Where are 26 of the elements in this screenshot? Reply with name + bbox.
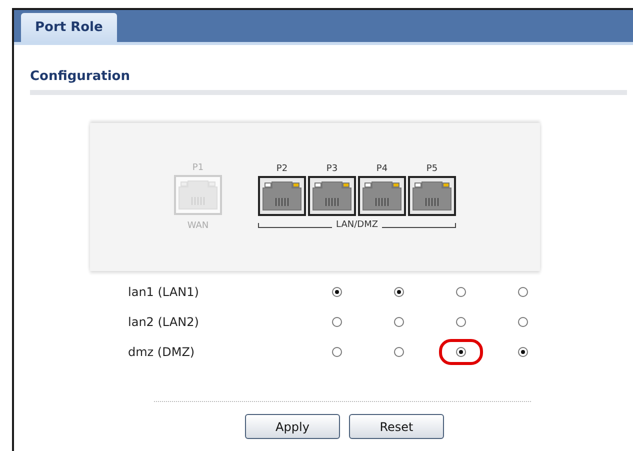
- group-label: WAN: [186, 221, 210, 231]
- port-label: P4: [376, 164, 388, 174]
- port-label: P5: [426, 164, 438, 174]
- radio-button[interactable]: [456, 347, 466, 357]
- radio-button[interactable]: [332, 287, 342, 297]
- radio-button[interactable]: [456, 317, 466, 327]
- radio-button[interactable]: [518, 347, 528, 357]
- role-label: lan1 (LAN1): [128, 285, 200, 299]
- role-label: lan2 (LAN2): [128, 315, 200, 329]
- tab[interactable]: Port Role: [21, 13, 117, 42]
- radio-button[interactable]: [394, 347, 404, 357]
- port-label: P2: [276, 164, 288, 174]
- radio-button[interactable]: [456, 287, 466, 297]
- radio-button[interactable]: [518, 317, 528, 327]
- radio-button[interactable]: [394, 317, 404, 327]
- action-button[interactable]: Reset: [349, 414, 444, 439]
- radio-button[interactable]: [518, 287, 528, 297]
- radio-button[interactable]: [394, 287, 404, 297]
- group-label: LAN/DMZ: [335, 220, 380, 230]
- role-label: dmz (DMZ): [128, 345, 196, 359]
- port-label: P3: [326, 164, 338, 174]
- radio-button[interactable]: [332, 347, 342, 357]
- action-button[interactable]: Apply: [245, 414, 340, 439]
- radio-button[interactable]: [332, 317, 342, 327]
- section-title: Configuration: [30, 69, 627, 95]
- port-label: P1: [192, 163, 204, 173]
